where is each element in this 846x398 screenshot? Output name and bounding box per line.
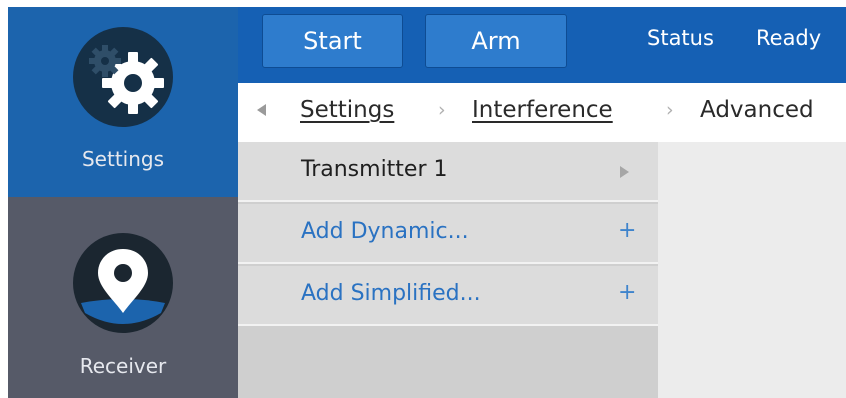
breadcrumb-settings[interactable]: Settings — [300, 97, 394, 123]
gear-icon — [71, 25, 175, 129]
breadcrumb-interference[interactable]: Interference — [472, 97, 613, 123]
list-item-label: Transmitter 1 — [301, 157, 448, 182]
location-pin-icon — [71, 231, 175, 335]
list-panel: Transmitter 1 Add Dynamic... + Add Simpl… — [238, 142, 658, 398]
sidebar-item-label: Receiver — [79, 354, 167, 378]
start-button[interactable]: Start — [262, 14, 403, 68]
list-item-add-dynamic[interactable]: Add Dynamic... + — [238, 204, 658, 264]
list-item-label: Add Simplified... — [301, 281, 481, 306]
breadcrumb-separator-icon: › — [666, 99, 674, 121]
plus-icon: + — [618, 280, 637, 305]
sidebar-item-receiver[interactable]: Receiver — [8, 197, 238, 398]
status-label: Status — [647, 26, 714, 50]
sidebar-item-settings[interactable]: Settings — [8, 7, 238, 197]
breadcrumb: Settings › Interference › Advanced — [238, 83, 846, 142]
status-value: Ready — [756, 26, 822, 50]
arm-button[interactable]: Arm — [425, 14, 567, 68]
chevron-right-icon — [620, 166, 629, 178]
top-toolbar: Start Arm Status Ready — [238, 7, 846, 83]
back-arrow-icon[interactable] — [257, 104, 266, 116]
breadcrumb-separator-icon: › — [438, 99, 446, 121]
detail-panel — [658, 142, 846, 398]
plus-icon: + — [618, 218, 637, 243]
sidebar: Settings Receiver — [8, 7, 238, 398]
list-item-transmitter-1[interactable]: Transmitter 1 — [238, 142, 658, 202]
sidebar-item-label: Settings — [81, 147, 165, 171]
list-item-label: Add Dynamic... — [301, 219, 469, 244]
list-item-add-simplified[interactable]: Add Simplified... + — [238, 266, 658, 326]
breadcrumb-current: Advanced — [700, 97, 814, 123]
